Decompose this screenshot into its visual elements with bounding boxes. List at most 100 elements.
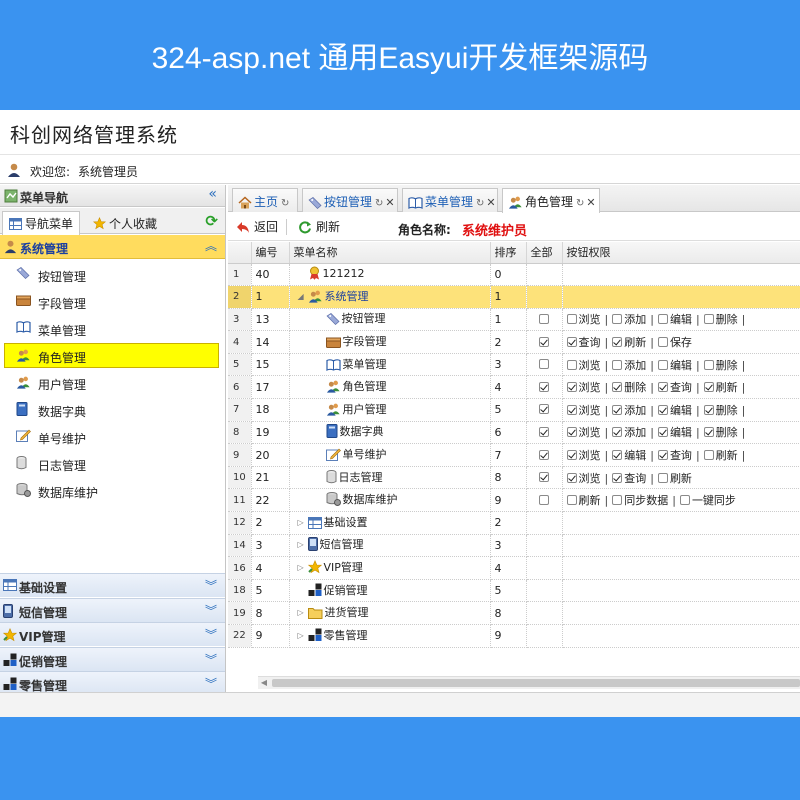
table-row[interactable]: 8 19 数据字典 6 浏览 | 添加 | 编辑 | 删除 | [228,421,800,445]
table-row[interactable]: 18 5 促销管理 5 [228,579,800,603]
refresh-icon[interactable]: ⟳ [205,212,218,230]
reload-icon[interactable]: ↻ [576,198,584,209]
permission-checkbox[interactable] [657,450,668,461]
collapse-panel-icon[interactable]: « [208,186,217,202]
table-row[interactable]: 2 1 ◢ 系统管理 1 [228,285,800,309]
nav-item[interactable]: 角色管理 [0,342,225,369]
grid-header-all[interactable]: 全部 [526,242,563,264]
reload-icon[interactable]: ↻ [281,198,289,209]
nav-group[interactable]: 短信管理 ︾ [0,597,225,622]
nav-group[interactable]: 基础设置 ︾ [0,573,225,597]
permission-checkbox[interactable] [657,427,668,438]
grid-header-sort[interactable]: 排序 [490,242,527,264]
permission-checkbox[interactable] [566,450,577,461]
table-row[interactable]: 7 18 用户管理 5 浏览 | 添加 | 编辑 | 删除 | [228,398,800,422]
chevron-up-icon[interactable]: ︽ [205,237,217,254]
reload-icon[interactable]: ↻ [375,198,383,209]
refresh-button[interactable]: 刷新 [298,217,340,237]
permission-checkbox[interactable] [612,359,623,370]
select-all-checkbox[interactable] [538,426,549,437]
permission-checkbox[interactable] [566,495,577,506]
nav-group-active[interactable]: 系统管理 ︽ [0,235,225,259]
permission-checkbox[interactable] [612,427,623,438]
nav-item[interactable]: 日志管理 [0,450,225,477]
tree-expand-icon[interactable]: ▷ [298,608,308,617]
nav-item[interactable]: 字段管理 [0,288,225,315]
permission-checkbox[interactable] [657,337,668,348]
permission-checkbox[interactable] [566,472,577,483]
chevron-down-icon[interactable]: ︾ [205,675,217,692]
permission-checkbox[interactable] [566,314,577,325]
select-all-checkbox[interactable] [538,494,549,505]
nav-group[interactable]: VIP管理 ︾ [0,622,225,647]
select-all-checkbox[interactable] [538,336,549,347]
permission-checkbox[interactable] [612,472,623,483]
tab-menu-mgmt[interactable]: 菜单管理 ↻ ✕ [402,188,498,212]
permission-checkbox[interactable] [612,495,623,506]
permission-checkbox[interactable] [566,359,577,370]
tree-expand-icon[interactable]: ▷ [298,518,308,527]
select-all-checkbox[interactable] [538,449,549,460]
table-row[interactable]: 9 20 单号维护 7 浏览 | 编辑 | 查询 | 刷新 | [228,443,800,467]
close-icon[interactable]: ✕ [385,196,394,209]
tab-home[interactable]: 主页 ↻ [232,188,298,212]
tree-collapse-icon[interactable]: ◢ [298,292,308,301]
table-row[interactable]: 1 40 121212 0 [228,263,800,287]
select-all-checkbox[interactable] [538,404,549,415]
chevron-down-icon[interactable]: ︾ [205,602,217,619]
permission-checkbox[interactable] [657,472,668,483]
table-row[interactable]: 22 9 ▷ 零售管理 9 [228,624,800,648]
reload-icon[interactable]: ↻ [476,198,484,209]
scrollbar-thumb[interactable] [272,679,800,687]
permission-checkbox[interactable] [703,314,714,325]
tree-expand-icon[interactable]: ▷ [298,540,308,549]
permission-checkbox[interactable] [612,337,623,348]
tree-expand-icon[interactable]: ▷ [298,563,308,572]
grid-header-name[interactable]: 菜单名称 [289,242,491,264]
permission-checkbox[interactable] [612,382,623,393]
table-row[interactable]: 10 21 日志管理 8 浏览 | 查询 | 刷新 [228,466,800,490]
chevron-down-icon[interactable]: ︾ [205,577,217,594]
permission-checkbox[interactable] [703,450,714,461]
permission-checkbox[interactable] [566,382,577,393]
permission-checkbox[interactable] [703,427,714,438]
permission-checkbox[interactable] [657,314,668,325]
table-row[interactable]: 4 14 字段管理 2 查询 | 刷新 | 保存 [228,330,800,354]
permission-checkbox[interactable] [657,404,668,415]
nav-item[interactable]: 用户管理 [0,369,225,396]
permission-checkbox[interactable] [703,404,714,415]
select-all-checkbox[interactable] [538,359,549,370]
tree-expand-icon[interactable]: ▷ [298,631,308,640]
grid-header-id[interactable]: 编号 [251,242,290,264]
select-all-checkbox[interactable] [538,381,549,392]
horizontal-scrollbar[interactable]: ◀ [258,676,800,689]
nav-item[interactable]: 数据字典 [0,396,225,423]
table-row[interactable]: 6 17 角色管理 4 浏览 | 删除 | 查询 | 刷新 | [228,375,800,400]
tab-favorites[interactable]: 个人收藏 [86,211,164,234]
select-all-checkbox[interactable] [538,313,549,324]
close-icon[interactable]: ✕ [586,196,595,209]
grid-header-perms[interactable]: 按钮权限 [562,242,800,264]
tab-button-mgmt[interactable]: 按钮管理 ↻ ✕ [302,188,398,212]
table-row[interactable]: 14 3 ▷ 短信管理 3 [228,534,800,558]
permission-checkbox[interactable] [566,337,577,348]
table-row[interactable]: 11 22 数据库维护 9 刷新 | 同步数据 | 一键同步 [228,488,800,513]
table-row[interactable]: 19 8 ▷ 进货管理 8 [228,601,800,625]
table-row[interactable]: 16 4 ▷ VIP管理 4 [228,556,800,580]
nav-item[interactable]: 菜单管理 [0,315,225,342]
permission-checkbox[interactable] [657,382,668,393]
scroll-left-icon[interactable]: ◀ [258,677,270,689]
nav-group[interactable]: 促销管理 ︾ [0,646,225,671]
nav-item[interactable]: 单号维护 [0,423,225,450]
back-button[interactable]: 返回 [236,217,278,237]
table-row[interactable]: 12 2 ▷ 基础设置 2 [228,511,800,535]
chevron-down-icon[interactable]: ︾ [205,651,217,668]
permission-checkbox[interactable] [612,450,623,461]
close-icon[interactable]: ✕ [486,196,495,209]
permission-checkbox[interactable] [612,314,623,325]
permission-checkbox[interactable] [657,359,668,370]
table-row[interactable]: 5 15 菜单管理 3 浏览 | 添加 | 编辑 | 删除 | [228,353,800,377]
tab-role-mgmt[interactable]: 角色管理 ↻ ✕ [502,188,600,213]
nav-item[interactable]: 按钮管理 [0,261,225,288]
select-all-checkbox[interactable] [538,472,549,483]
